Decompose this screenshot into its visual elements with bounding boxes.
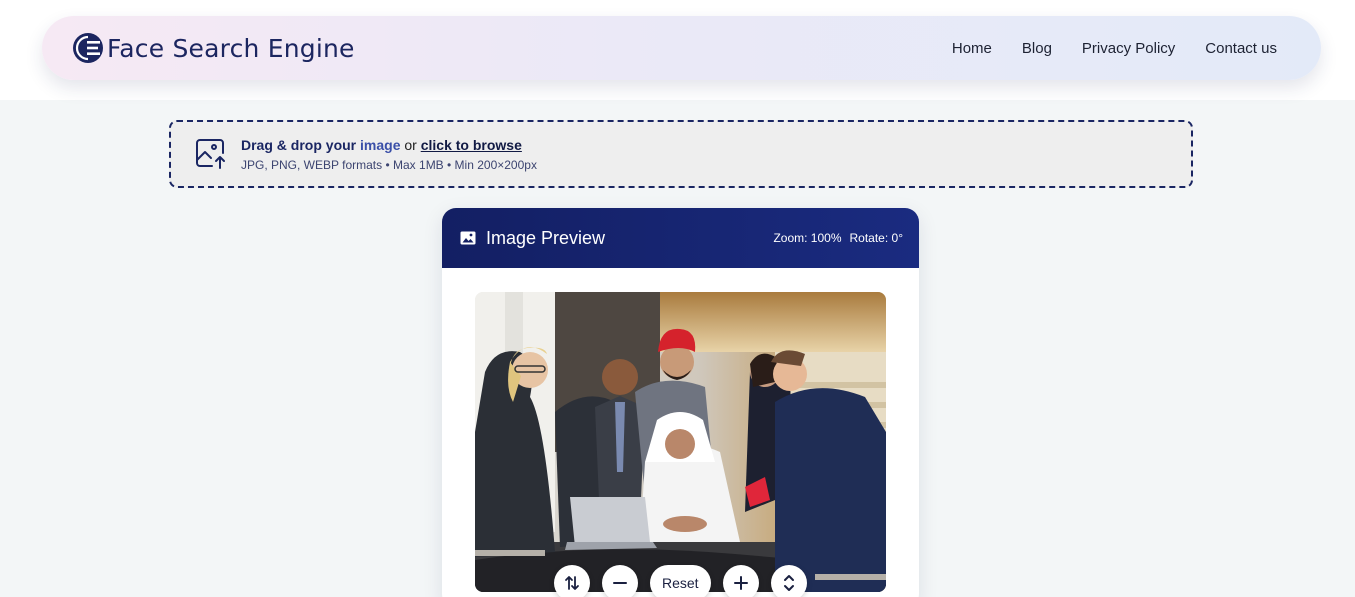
upload-text: Drag & drop your image or click to brows… [241, 137, 537, 172]
upload-instructions: Drag & drop your image or click to brows… [241, 137, 537, 153]
brand[interactable]: Face Search Engine [72, 32, 355, 64]
preview-stats: Zoom: 100% Rotate: 0° [773, 231, 903, 245]
preview-controls: Reset [554, 565, 807, 597]
main-nav: Home Blog Privacy Policy Contact us [952, 40, 1277, 57]
minus-icon [613, 582, 627, 584]
nav-privacy-link[interactable]: Privacy Policy [1082, 40, 1175, 57]
rotate-button[interactable] [770, 565, 807, 597]
browse-link[interactable]: click to browse [421, 137, 522, 153]
image-preview-card: Image Preview Zoom: 100% Rotate: 0° Rese… [442, 208, 919, 597]
preview-title-group: Image Preview [460, 228, 605, 249]
reset-button[interactable]: Reset [650, 565, 711, 597]
plus-icon [733, 576, 748, 590]
image-icon [460, 231, 476, 245]
drag-drop-text: Drag & drop your [241, 136, 357, 153]
preview-title: Image Preview [486, 227, 606, 248]
rotate-readout: Rotate: 0° [849, 231, 904, 245]
zoom-in-button[interactable] [722, 565, 759, 597]
drag-drop-highlight: image [360, 136, 401, 153]
business-team-photo [475, 292, 886, 592]
zoom-out-button[interactable] [602, 565, 638, 597]
or-text: or [404, 136, 417, 153]
zoom-readout: Zoom: 100% [773, 231, 842, 245]
nav-home-link[interactable]: Home [952, 40, 992, 57]
flip-arrows-icon [565, 576, 579, 590]
nav-blog-link[interactable]: Blog [1022, 40, 1052, 57]
globe-f-logo-icon [73, 33, 103, 63]
brand-name: Face Search Engine [107, 33, 355, 63]
flip-button[interactable] [554, 565, 590, 597]
preview-image [475, 292, 886, 592]
upload-formats-hint: JPG, PNG, WEBP formats • Max 1MB • Min 2… [241, 157, 537, 172]
preview-header: Image Preview Zoom: 100% Rotate: 0° [442, 208, 919, 268]
nav-contact-link[interactable]: Contact us [1205, 40, 1277, 57]
image-upload-icon [196, 139, 225, 169]
navbar: Face Search Engine Home Blog Privacy Pol… [42, 16, 1321, 80]
upload-dropzone[interactable]: Drag & drop your image or click to brows… [169, 120, 1193, 188]
rotate-chevrons-icon [783, 575, 794, 591]
